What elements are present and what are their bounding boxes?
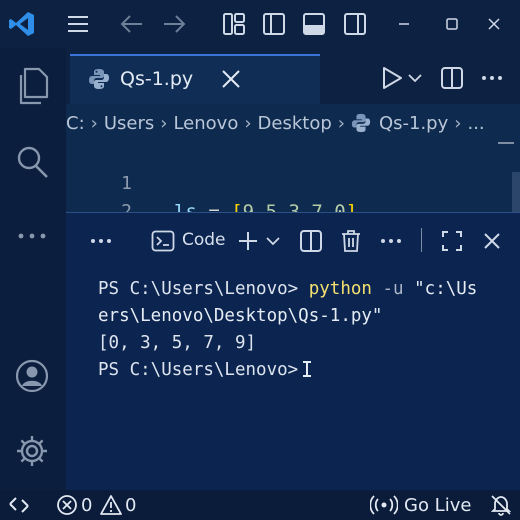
account-icon[interactable] bbox=[12, 356, 52, 396]
title-bar bbox=[0, 0, 520, 48]
chevron-right-icon: › bbox=[90, 112, 98, 134]
breadcrumb-drive[interactable]: C: bbox=[66, 113, 85, 134]
back-arrow-icon[interactable] bbox=[118, 10, 146, 38]
maximize-panel-icon[interactable] bbox=[439, 228, 465, 254]
search-icon[interactable] bbox=[12, 142, 52, 182]
toggle-panel-icon[interactable] bbox=[300, 10, 328, 38]
chevron-right-icon: › bbox=[337, 112, 345, 134]
breadcrumb-symbols[interactable]: ... bbox=[467, 113, 484, 134]
panel-more-icon[interactable] bbox=[88, 228, 114, 254]
trash-icon[interactable] bbox=[338, 228, 364, 254]
more-icon[interactable] bbox=[12, 216, 52, 256]
go-live-label: Go Live bbox=[404, 494, 472, 516]
terminal-command-line: PS C:\Users\Lenovo> python -u "c:\Us bbox=[98, 276, 518, 303]
code-line: 3 print(ls) bbox=[66, 198, 506, 212]
run-icon[interactable] bbox=[378, 64, 406, 92]
text-cursor-icon bbox=[303, 361, 312, 377]
vertical-scrollbar[interactable] bbox=[512, 172, 520, 212]
gear-icon[interactable] bbox=[12, 431, 52, 471]
breadcrumb: C: › Users › Lenovo › Desktop › Qs-1.py … bbox=[66, 104, 520, 142]
error-count: 0 bbox=[81, 494, 93, 516]
more-actions-icon[interactable] bbox=[478, 64, 506, 92]
error-icon bbox=[56, 494, 78, 516]
new-terminal-icon[interactable] bbox=[236, 228, 260, 254]
activity-bar bbox=[0, 48, 66, 490]
chevron-down-icon[interactable] bbox=[264, 228, 282, 254]
code-line: 1 ls = [9,5,3,7,0] bbox=[66, 142, 506, 212]
tab-label: Qs-1.py bbox=[120, 68, 194, 90]
close-panel-icon[interactable] bbox=[479, 228, 505, 254]
go-live-button[interactable]: Go Live bbox=[370, 494, 471, 516]
python-file-icon bbox=[351, 113, 371, 133]
breadcrumb-lenovo[interactable]: Lenovo bbox=[173, 113, 238, 134]
notifications-bell-icon[interactable] bbox=[490, 494, 512, 516]
chevron-right-icon: › bbox=[244, 112, 252, 134]
code-editor[interactable]: 1 ls = [9,5,3,7,0] 2 ls.sort() 3 print(l… bbox=[66, 142, 520, 212]
terminal-icon[interactable] bbox=[150, 228, 176, 254]
tab-qs-1-py[interactable]: Qs-1.py bbox=[70, 54, 320, 104]
customize-layout-icon[interactable] bbox=[220, 10, 248, 38]
terminal-prompt-line: PS C:\Users\Lenovo> bbox=[98, 357, 518, 384]
chevron-right-icon: › bbox=[454, 112, 462, 134]
terminal-output[interactable]: PS C:\Users\Lenovo> python -u "c:\Us ers\… bbox=[98, 276, 518, 384]
terminal-name[interactable]: Code bbox=[182, 230, 226, 250]
menu-icon[interactable] bbox=[64, 10, 92, 38]
errors-indicator[interactable]: 0 bbox=[56, 494, 92, 516]
remote-icon[interactable] bbox=[8, 494, 30, 516]
status-bar: 0 0 Go Live bbox=[0, 490, 520, 520]
terminal-output-line: [0, 3, 5, 7, 9] bbox=[98, 333, 257, 353]
minimize-icon[interactable] bbox=[390, 10, 418, 38]
toolbar-divider bbox=[421, 228, 422, 252]
close-window-icon[interactable] bbox=[480, 10, 508, 38]
terminal-command: python bbox=[308, 279, 372, 299]
chevron-down-icon[interactable] bbox=[406, 64, 424, 92]
code-line: 2 ls.sort() bbox=[66, 170, 506, 212]
warning-count: 0 bbox=[125, 494, 137, 516]
python-file-icon bbox=[88, 68, 110, 90]
close-tab-icon[interactable] bbox=[220, 68, 242, 90]
vscode-logo-icon bbox=[6, 10, 38, 38]
terminal-prompt: PS C:\Users\Lenovo> bbox=[98, 360, 299, 380]
warnings-indicator[interactable]: 0 bbox=[100, 494, 136, 516]
forward-arrow-icon[interactable] bbox=[160, 10, 188, 38]
terminal-flag: -u bbox=[382, 279, 404, 299]
chevron-right-icon: › bbox=[160, 112, 168, 134]
terminal-argument: "c:\Us bbox=[414, 279, 478, 299]
split-terminal-icon[interactable] bbox=[298, 228, 324, 254]
toggle-primary-sidebar-icon[interactable] bbox=[260, 10, 288, 38]
maximize-icon[interactable] bbox=[438, 10, 466, 38]
breadcrumb-desktop[interactable]: Desktop bbox=[258, 113, 332, 134]
split-editor-icon[interactable] bbox=[438, 64, 466, 92]
breadcrumb-users[interactable]: Users bbox=[104, 113, 154, 134]
terminal-argument-wrap: ers\Lenovo\Desktop\Qs-1.py" bbox=[98, 306, 383, 326]
explorer-icon[interactable] bbox=[12, 66, 52, 106]
breadcrumb-file[interactable]: Qs-1.py bbox=[379, 113, 448, 134]
broadcast-icon bbox=[370, 494, 398, 516]
overview-ruler-mark bbox=[498, 142, 514, 144]
warning-icon bbox=[100, 494, 122, 516]
terminal-prompt: PS C:\Users\Lenovo> bbox=[98, 279, 299, 299]
toggle-secondary-sidebar-icon[interactable] bbox=[341, 10, 369, 38]
panel-more-actions-icon[interactable] bbox=[378, 228, 404, 254]
